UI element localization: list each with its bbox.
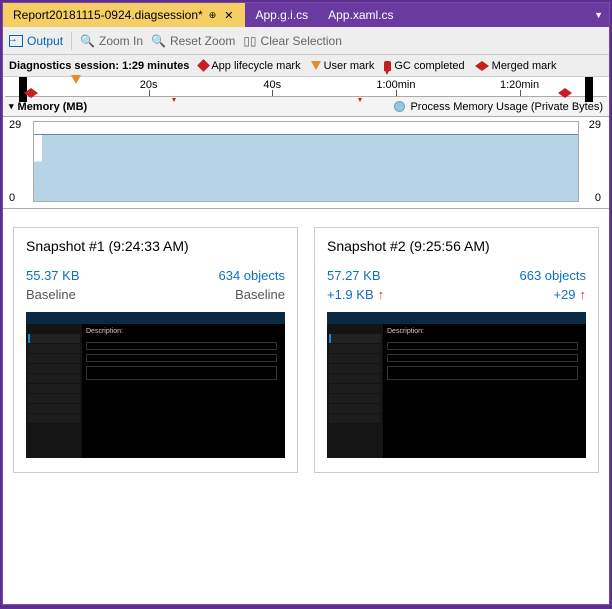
snapshot-title: Snapshot #1 (9:24:33 AM) [26, 238, 285, 254]
y-axis-max: 29 [9, 119, 21, 131]
tab-label: App.xaml.cs [328, 8, 393, 22]
separator [71, 32, 72, 50]
clear-selection-icon: ▯▯ [243, 34, 256, 48]
reset-zoom-label: Reset Zoom [170, 34, 235, 48]
merged-icon [475, 61, 489, 71]
chart-plot-area [33, 121, 579, 202]
toolbar: Output 🔍 Zoom In 🔍 Reset Zoom ▯▯ Clear Sele… [3, 27, 609, 55]
time-ruler[interactable]: 20s 40s 1:00min 1:20min [5, 77, 607, 97]
memory-chart[interactable]: 29 0 29 0 [3, 117, 609, 209]
diamond-icon [197, 59, 210, 72]
tab-appgics[interactable]: App.g.i.cs [245, 3, 318, 27]
snapshots-panel: Snapshot #1 (9:24:33 AM) 55.37 KB 634 ob… [3, 209, 609, 491]
snapshot-size-delta[interactable]: +1.9 KB↑ [327, 287, 384, 302]
reset-zoom-icon: 🔍 [151, 34, 166, 48]
snapshot-title: Snapshot #2 (9:25:56 AM) [327, 238, 586, 254]
snapshot-card-1[interactable]: Snapshot #1 (9:24:33 AM) 55.37 KB 634 ob… [13, 227, 298, 473]
snapshot-baseline-right: Baseline [235, 287, 285, 302]
legend-label: Process Memory Usage (Private Bytes) [410, 101, 603, 113]
y-axis-min-right: 0 [595, 192, 601, 204]
lifecycle-mark-legend: App lifecycle mark [199, 60, 300, 72]
y-axis-min: 0 [9, 192, 15, 204]
session-label: Diagnostics session: 1:29 minutes [9, 60, 189, 72]
clear-selection-label: Clear Selection [261, 34, 342, 48]
snapshot-thumbnail: Description: [327, 312, 586, 458]
snapshot-size-link[interactable]: 55.37 KB [26, 268, 80, 283]
merged-mark-legend: Merged mark [475, 60, 557, 72]
tab-report[interactable]: Report20181115-0924.diagsession* ⊕ ✕ [3, 3, 245, 27]
snapshot-card-2[interactable]: Snapshot #2 (9:25:56 AM) 57.27 KB 663 ob… [314, 227, 599, 473]
y-axis-max-right: 29 [589, 119, 601, 131]
output-button[interactable]: Output [9, 34, 63, 48]
pin-icon[interactable]: ⊕ [209, 10, 217, 21]
zoom-in-button[interactable]: 🔍 Zoom In [80, 34, 143, 48]
tab-label: App.g.i.cs [255, 8, 308, 22]
arrow-up-icon: ↑ [580, 287, 587, 302]
chart-title: Memory (MB) [18, 101, 88, 113]
snapshot-thumbnail: Description: [26, 312, 285, 458]
pin-icon [384, 61, 391, 71]
snapshot-objects-delta[interactable]: +29↑ [553, 287, 586, 302]
snapshot-objects-link[interactable]: 634 objects [219, 268, 286, 283]
snapshot-objects-link[interactable]: 663 objects [520, 268, 587, 283]
reset-zoom-button[interactable]: 🔍 Reset Zoom [151, 34, 235, 48]
close-icon[interactable]: ✕ [222, 9, 235, 22]
triangle-icon [311, 61, 321, 70]
tab-overflow-icon[interactable]: ▼ [594, 10, 603, 20]
zoom-in-icon: 🔍 [80, 34, 95, 48]
user-mark-legend: User mark [311, 60, 375, 72]
chart-header: ▾ Memory (MB) Process Memory Usage (Priva… [3, 97, 609, 117]
tab-bar: Report20181115-0924.diagsession* ⊕ ✕ App… [3, 3, 609, 27]
output-label: Output [27, 34, 63, 48]
output-icon [9, 35, 23, 47]
gc-mark-legend: GC completed [384, 60, 464, 72]
series-dot-icon [394, 101, 405, 112]
clear-selection-button[interactable]: ▯▯ Clear Selection [243, 34, 342, 48]
session-bar: Diagnostics session: 1:29 minutes App li… [3, 55, 609, 77]
snapshot-baseline-left: Baseline [26, 287, 76, 302]
arrow-up-icon: ↑ [378, 287, 385, 302]
collapse-icon[interactable]: ▾ [9, 101, 14, 112]
tab-label: Report20181115-0924.diagsession* [13, 8, 203, 22]
tab-appxamlcs[interactable]: App.xaml.cs [318, 3, 403, 27]
zoom-in-label: Zoom In [99, 34, 143, 48]
snapshot-size-link[interactable]: 57.27 KB [327, 268, 381, 283]
